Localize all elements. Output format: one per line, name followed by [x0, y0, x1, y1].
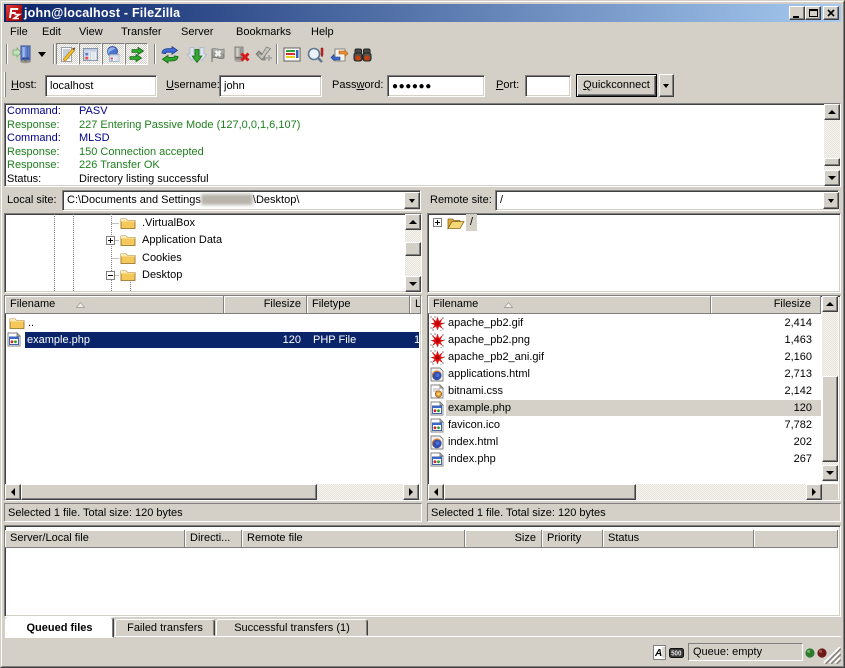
svg-text:500: 500 [671, 650, 682, 657]
svg-text:A: A [654, 648, 662, 659]
